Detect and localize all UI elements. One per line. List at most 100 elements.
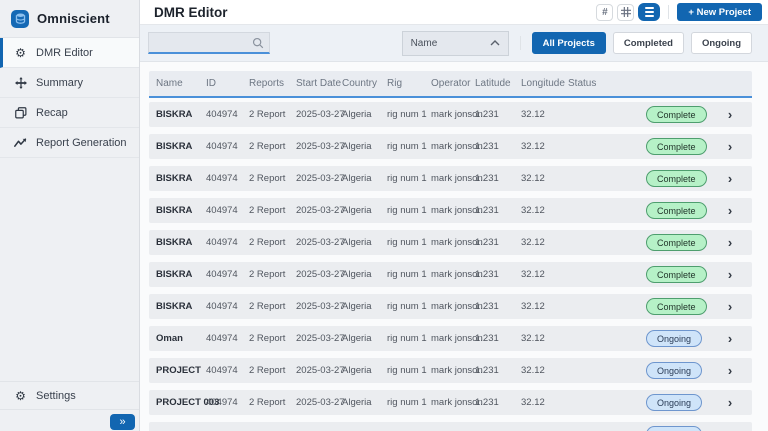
filter-button[interactable]: Completed xyxy=(612,32,684,54)
row-longitude: 32.12 xyxy=(521,365,545,376)
table-row[interactable]: BISKRA 404974 2 Report 2025-03-27 Algeri… xyxy=(149,198,752,223)
status-badge: Ongoing xyxy=(646,394,703,411)
table-row[interactable]: Oman 404974 2 Report 2025-03-27 Algeria … xyxy=(149,326,752,351)
row-chevron-icon[interactable]: › xyxy=(708,204,752,217)
divider xyxy=(519,36,521,50)
status-badge: Ongoing xyxy=(646,330,703,347)
row-start-date: 2025-03-27 xyxy=(296,205,345,216)
row-chevron-icon[interactable]: › xyxy=(708,364,752,377)
filter-button[interactable]: Ongoing xyxy=(690,32,752,54)
row-chevron-icon[interactable]: › xyxy=(708,172,752,185)
sidebar-item-label: Report Generation xyxy=(36,136,127,149)
filter-controls: Name All Projects Completed Ongoing xyxy=(401,30,752,56)
row-start-date: 2025-03-27 xyxy=(296,397,345,408)
row-id: 404974 xyxy=(206,365,238,376)
row-chevron-icon[interactable]: › xyxy=(708,300,752,313)
status-cell: Complete xyxy=(561,106,708,123)
row-chevron-icon[interactable]: › xyxy=(708,268,752,281)
sidebar-item-settings[interactable]: ⚙ Settings xyxy=(0,381,139,410)
status-cell: Ongoing xyxy=(561,426,708,431)
sort-select[interactable]: Name xyxy=(401,30,509,56)
row-operator: mark jonson xyxy=(431,173,483,184)
copy-stack-icon xyxy=(13,106,28,119)
table-row[interactable]: BISKRA 404974 2 Report 2025-03-27 Algeri… xyxy=(149,230,752,255)
row-id: 404974 xyxy=(206,397,238,408)
row-name: PROJECT xyxy=(156,365,201,376)
row-operator: mark jonson xyxy=(431,269,483,280)
view-controls: # + New Project xyxy=(596,3,762,21)
top-bar: DMR Editor # + New Project xyxy=(140,0,768,25)
row-start-date: 2025-03-27 xyxy=(296,333,345,344)
sidebar-item-label: Summary xyxy=(36,76,84,89)
sidebar-collapse-button[interactable]: » xyxy=(110,414,135,430)
row-operator: mark jonson xyxy=(431,365,483,376)
status-badge: Complete xyxy=(646,202,707,219)
table-row[interactable]: PROJECT 404974 2 Report 2025-03-27 Alger… xyxy=(149,358,752,383)
row-id: 404974 xyxy=(206,269,238,280)
row-longitude: 32.12 xyxy=(521,269,545,280)
row-longitude: 32.12 xyxy=(521,173,545,184)
row-longitude: 32.12 xyxy=(521,109,545,120)
hash-icon: # xyxy=(602,6,608,18)
table-row[interactable]: BISKRA 404974 2 Report 2025-03-27 Algeri… xyxy=(149,134,752,159)
row-start-date: 2025-03-27 xyxy=(296,109,345,120)
grid-icon xyxy=(620,7,631,17)
sidebar-item-report-generation[interactable]: Report Generation xyxy=(0,128,139,158)
row-latitude: 1.231 xyxy=(475,109,499,120)
row-reports: 2 Report xyxy=(249,365,286,376)
row-chevron-icon[interactable]: › xyxy=(708,108,752,121)
row-operator: mark jonson xyxy=(431,237,483,248)
row-country: Algeria xyxy=(342,173,372,184)
row-id: 404974 xyxy=(206,109,238,120)
row-latitude: 1.231 xyxy=(475,301,499,312)
row-latitude: 1.231 xyxy=(475,173,499,184)
row-name: PROJECT 003 xyxy=(156,397,220,408)
list-icon xyxy=(644,7,654,17)
row-start-date: 2025-03-27 xyxy=(296,269,345,280)
projects-table: Name ID Reports Start Date Country Rig Operato… xyxy=(140,62,768,431)
app-window: Omniscient ⚙ DMR Editor Summary Recap Re… xyxy=(0,0,768,431)
table-row[interactable]: BISKRA 404974 2 Report 2025-03-27 Algeri… xyxy=(149,294,752,319)
row-start-date: 2025-03-27 xyxy=(296,365,345,376)
sidebar-item-label: Recap xyxy=(36,106,68,119)
row-operator: mark jonson xyxy=(431,141,483,152)
sidebar-item-dmr-editor[interactable]: ⚙ DMR Editor xyxy=(0,38,139,68)
table-body: BISKRA 404974 2 Report 2025-03-27 Algeri… xyxy=(149,102,752,431)
row-reports: 2 Report xyxy=(249,269,286,280)
search-icon xyxy=(252,36,264,54)
dense-grid-view-button[interactable] xyxy=(617,3,635,21)
row-start-date: 2025-03-27 xyxy=(296,141,345,152)
filter-button[interactable]: All Projects xyxy=(531,32,606,54)
grid-view-button[interactable]: # xyxy=(596,3,614,21)
table-row[interactable]: BISKRA 404974 2 Report 2025-03-27 Algeri… xyxy=(149,262,752,287)
status-cell: Ongoing xyxy=(561,362,708,379)
table-row[interactable]: BISKRA 404974 2 Report 2025-03-27 Algeri… xyxy=(149,102,752,127)
row-chevron-icon[interactable]: › xyxy=(708,140,752,153)
filter-bar: Name All Projects Completed Ongoing xyxy=(140,25,768,62)
column-header: Latitude xyxy=(475,78,511,89)
row-name: BISKRA xyxy=(156,301,193,312)
row-chevron-icon[interactable]: › xyxy=(708,332,752,345)
list-view-button[interactable] xyxy=(638,3,661,21)
page-title: DMR Editor xyxy=(154,4,228,20)
row-reports: 2 Report xyxy=(249,301,286,312)
row-country: Algeria xyxy=(342,333,372,344)
row-chevron-icon[interactable]: › xyxy=(708,396,752,409)
sidebar-item-summary[interactable]: Summary xyxy=(0,68,139,98)
row-latitude: 1.231 xyxy=(475,269,499,280)
table-row[interactable]: Ongoing › xyxy=(149,422,752,431)
status-badge: Ongoing xyxy=(646,362,703,379)
table-row[interactable]: BISKRA 404974 2 Report 2025-03-27 Algeri… xyxy=(149,166,752,191)
column-header: Name xyxy=(156,78,183,89)
new-project-button[interactable]: + New Project xyxy=(677,3,762,21)
row-reports: 2 Report xyxy=(249,173,286,184)
row-chevron-icon[interactable]: › xyxy=(708,236,752,249)
row-longitude: 32.12 xyxy=(521,397,545,408)
column-header: ID xyxy=(206,78,216,89)
row-name: BISKRA xyxy=(156,205,193,216)
table-row[interactable]: PROJECT 003 404974 2 Report 2025-03-27 A… xyxy=(149,390,752,415)
status-badge: Complete xyxy=(646,234,707,251)
sidebar-item-recap[interactable]: Recap xyxy=(0,98,139,128)
row-latitude: 1.231 xyxy=(475,333,499,344)
row-operator: mark jonson xyxy=(431,397,483,408)
